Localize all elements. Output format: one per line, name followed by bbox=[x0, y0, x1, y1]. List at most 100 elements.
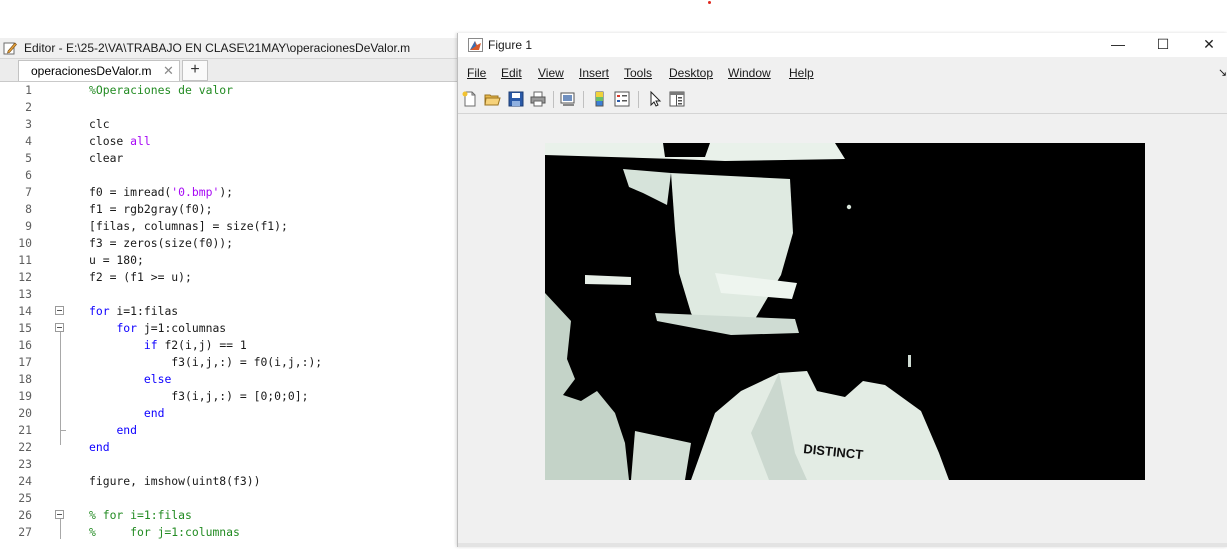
code-line[interactable]: 20 end bbox=[0, 405, 460, 422]
menu-insert-label: Insert bbox=[579, 66, 610, 80]
code-text: % for i=1:filas bbox=[89, 507, 192, 524]
colorbar-icon[interactable] bbox=[591, 90, 609, 108]
tab-label: operacionesDeValor.m bbox=[31, 64, 152, 78]
line-number: 26 bbox=[18, 508, 32, 522]
code-line[interactable]: 19 f3(i,j,:) = [0;0;0]; bbox=[0, 388, 460, 405]
editor-window: Editor - E:\25-2\VA\TRABAJO EN CLASE\21M… bbox=[0, 38, 460, 549]
code-line[interactable]: 6 bbox=[0, 167, 460, 184]
menu-overflow-icon[interactable]: ↘ bbox=[1218, 66, 1227, 79]
code-text: f3 = zeros(size(f0)); bbox=[89, 235, 233, 252]
code-line[interactable]: 15 for j=1:columnas bbox=[0, 320, 460, 337]
code-line[interactable]: 17 f3(i,j,:) = f0(i,j,:); bbox=[0, 354, 460, 371]
fold-toggle-icon[interactable] bbox=[55, 510, 64, 519]
line-number: 8 bbox=[25, 202, 32, 216]
pointer-icon[interactable] bbox=[646, 90, 664, 108]
menu-insert[interactable]: Insert bbox=[579, 66, 609, 80]
menu-view[interactable]: View bbox=[538, 66, 564, 80]
menu-window-label: Window bbox=[728, 66, 771, 80]
code-line[interactable]: 23 bbox=[0, 456, 460, 473]
menu-edit-label: Edit bbox=[501, 66, 522, 80]
legend-icon[interactable] bbox=[613, 90, 631, 108]
add-tab-button[interactable]: + bbox=[182, 60, 208, 81]
line-number: 9 bbox=[25, 219, 32, 233]
code-line[interactable]: 11 u = 180; bbox=[0, 252, 460, 269]
code-area[interactable]: 1 %Operaciones de valor 2 3 clc 4 close all 5 cl… bbox=[0, 82, 460, 549]
menu-file[interactable]: File bbox=[467, 66, 486, 80]
code-line[interactable]: 1 %Operaciones de valor bbox=[0, 82, 460, 99]
menu-view-label: View bbox=[538, 66, 564, 80]
comment-token: %Operaciones de valor bbox=[89, 83, 234, 97]
figure-title: Figure 1 bbox=[488, 38, 533, 52]
maximize-button[interactable]: ☐ bbox=[1148, 36, 1178, 53]
menu-window[interactable]: Window bbox=[728, 66, 771, 80]
keyword-token: if bbox=[143, 338, 158, 352]
link-plot-icon[interactable] bbox=[559, 90, 577, 108]
code-text: end bbox=[89, 439, 110, 456]
code-line[interactable]: 4 close all bbox=[0, 133, 460, 150]
code-line[interactable]: 3 clc bbox=[0, 116, 460, 133]
save-icon[interactable] bbox=[507, 90, 525, 108]
code-line[interactable]: 22 end bbox=[0, 439, 460, 456]
code-text: close all bbox=[89, 133, 151, 150]
code-line[interactable]: 27 % for j=1:columnas bbox=[0, 524, 460, 541]
code-token: ); bbox=[219, 185, 234, 199]
code-line[interactable]: 26 % for i=1:filas bbox=[0, 507, 460, 524]
keyword-token: for bbox=[89, 304, 110, 318]
stray-red-dot bbox=[708, 1, 711, 4]
minimize-button[interactable]: — bbox=[1103, 36, 1133, 52]
menu-help[interactable]: Help bbox=[789, 66, 814, 80]
line-number: 19 bbox=[18, 389, 32, 403]
code-line[interactable]: 7 f0 = imread('0.bmp'); bbox=[0, 184, 460, 201]
code-text: f3(i,j,:) = f0(i,j,:); bbox=[89, 354, 322, 371]
code-token: f3(i,j,:) = f0(i,j,:); bbox=[89, 355, 323, 369]
code-text: else bbox=[89, 371, 171, 388]
code-line[interactable]: 8 f1 = rgb2gray(f0); bbox=[0, 201, 460, 218]
editor-pencil-icon bbox=[3, 42, 17, 55]
line-number: 21 bbox=[18, 423, 32, 437]
toolbar-border bbox=[458, 113, 1227, 114]
print-icon[interactable] bbox=[529, 90, 547, 108]
code-token: close bbox=[89, 134, 131, 148]
code-text: if f2(i,j) == 1 bbox=[89, 337, 247, 354]
menu-bar: File Edit View Insert Tools Desktop Wind… bbox=[458, 61, 1227, 83]
line-number: 2 bbox=[25, 100, 32, 114]
menu-edit[interactable]: Edit bbox=[501, 66, 522, 80]
code-line[interactable]: 10 f3 = zeros(size(f0)); bbox=[0, 235, 460, 252]
code-line[interactable]: 5 clear bbox=[0, 150, 460, 167]
code-line[interactable]: 18 else bbox=[0, 371, 460, 388]
code-text: f3(i,j,:) = [0;0;0]; bbox=[89, 388, 308, 405]
line-number: 17 bbox=[18, 355, 32, 369]
open-file-icon[interactable] bbox=[483, 90, 501, 108]
code-token: clc bbox=[89, 117, 110, 131]
menu-tools[interactable]: Tools bbox=[624, 66, 652, 80]
fold-guide-end bbox=[60, 430, 66, 431]
comment-token: % for j=1:columnas bbox=[89, 525, 240, 539]
property-inspector-icon[interactable] bbox=[668, 90, 686, 108]
code-line[interactable]: 14 for i=1:filas bbox=[0, 303, 460, 320]
code-line[interactable]: 24 figure, imshow(uint8(f3)) bbox=[0, 473, 460, 490]
code-line[interactable]: 2 bbox=[0, 99, 460, 116]
fold-toggle-icon[interactable] bbox=[55, 323, 64, 332]
code-line[interactable]: 21 end bbox=[0, 422, 460, 439]
fold-toggle-icon[interactable] bbox=[55, 306, 64, 315]
tab-operacionesdevalor[interactable]: operacionesDeValor.m ✕ bbox=[18, 60, 180, 81]
code-text: end bbox=[89, 422, 137, 439]
figure-titlebar[interactable]: Figure 1 — ☐ ✕ bbox=[458, 33, 1227, 57]
thresholded-webcam-image[interactable]: DISTINCT bbox=[545, 143, 1145, 480]
keyword-token: else bbox=[143, 372, 172, 386]
code-line[interactable]: 16 if f2(i,j) == 1 bbox=[0, 337, 460, 354]
code-line[interactable]: 9 [filas, columnas] = size(f1); bbox=[0, 218, 460, 235]
code-line[interactable]: 25 bbox=[0, 490, 460, 507]
code-line[interactable]: 13 bbox=[0, 286, 460, 303]
code-token: u = 180; bbox=[89, 253, 144, 267]
new-figure-icon[interactable] bbox=[461, 90, 479, 108]
tab-close-icon[interactable]: ✕ bbox=[163, 63, 174, 79]
editor-titlebar[interactable]: Editor - E:\25-2\VA\TRABAJO EN CLASE\21M… bbox=[0, 38, 460, 59]
code-line[interactable]: 12 f2 = (f1 >= u); bbox=[0, 269, 460, 286]
close-button[interactable]: ✕ bbox=[1194, 36, 1224, 53]
menu-desktop[interactable]: Desktop bbox=[669, 66, 713, 80]
code-token: f1 = rgb2gray(f0); bbox=[89, 202, 213, 216]
